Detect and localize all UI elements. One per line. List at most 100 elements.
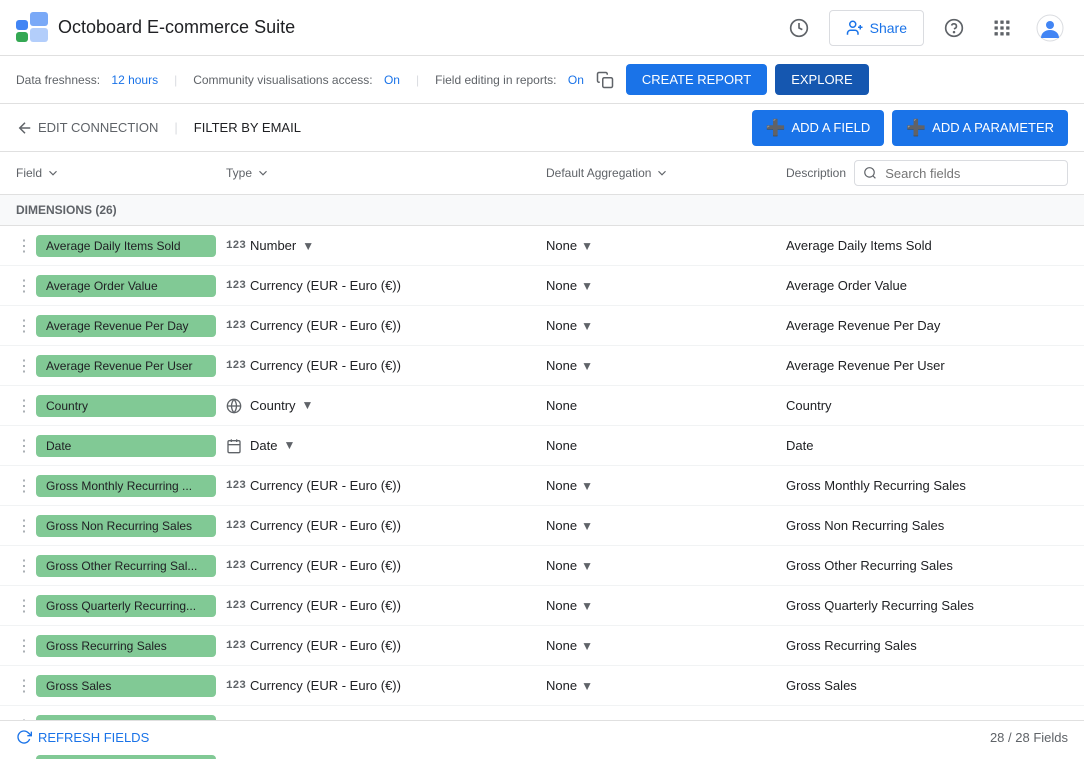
- explore-button[interactable]: EXPLORE: [775, 64, 868, 95]
- agg-cell: None: [546, 398, 786, 413]
- search-input[interactable]: [885, 166, 1059, 181]
- field-tag[interactable]: Gross Sales: [36, 675, 216, 697]
- agg-dropdown-arrow[interactable]: ▼: [581, 359, 593, 373]
- col-field-label: Field: [16, 166, 42, 180]
- agg-label: None: [546, 638, 577, 653]
- number-type-icon: 123: [226, 360, 244, 372]
- field-cell: ⋮ Date: [16, 435, 226, 457]
- agg-label: None: [546, 678, 577, 693]
- drag-handle[interactable]: ⋮: [16, 516, 32, 536]
- agg-dropdown-arrow[interactable]: ▼: [581, 679, 593, 693]
- type-cell: 123 Currency (EUR - Euro (€)): [226, 558, 546, 573]
- table-row: ⋮ Gross Quarterly Recurring... 123 Curre…: [0, 586, 1084, 626]
- agg-label: None: [546, 318, 577, 333]
- field-tag[interactable]: Gross Quarterly Recurring...: [36, 595, 216, 617]
- type-dropdown-arrow[interactable]: ▼: [283, 438, 295, 452]
- drag-handle[interactable]: ⋮: [16, 396, 32, 416]
- table-row: ⋮ Gross Monthly Recurring ... 123 Curren…: [0, 466, 1084, 506]
- field-tag[interactable]: Average Revenue Per User: [36, 355, 216, 377]
- type-dropdown-arrow[interactable]: ▼: [302, 239, 314, 253]
- col-type-label: Type: [226, 166, 252, 180]
- agg-dropdown-arrow[interactable]: ▼: [581, 479, 593, 493]
- refresh-button[interactable]: REFRESH FIELDS: [16, 729, 149, 745]
- drag-handle[interactable]: ⋮: [16, 596, 32, 616]
- divider1: |: [174, 73, 177, 87]
- field-tag[interactable]: Average Order Value: [36, 275, 216, 297]
- drag-handle[interactable]: ⋮: [16, 276, 32, 296]
- agg-dropdown-arrow[interactable]: ▼: [581, 319, 593, 333]
- col-agg-header[interactable]: Default Aggregation: [546, 166, 786, 180]
- drag-handle[interactable]: ⋮: [16, 676, 32, 696]
- add-parameter-button[interactable]: ➕ ADD A PARAMETER: [892, 110, 1068, 146]
- refresh-label: REFRESH FIELDS: [38, 730, 149, 745]
- agg-label: None: [546, 598, 577, 613]
- agg-label: None: [546, 558, 577, 573]
- agg-dropdown-arrow[interactable]: ▼: [581, 239, 593, 253]
- col-type-header[interactable]: Type: [226, 166, 546, 180]
- col-field-header[interactable]: Field: [16, 166, 226, 180]
- field-tag[interactable]: Date: [36, 435, 216, 457]
- drag-handle[interactable]: ⋮: [16, 756, 32, 759]
- data-table: ⋮ Average Daily Items Sold 123 Number ▼ …: [0, 226, 1084, 759]
- table-row: ⋮ Gross Sales 123 Currency (EUR - Euro (…: [0, 666, 1084, 706]
- apps-button[interactable]: [984, 10, 1020, 46]
- type-dropdown-arrow[interactable]: ▼: [302, 398, 314, 412]
- agg-dropdown-arrow[interactable]: ▼: [581, 639, 593, 653]
- sort-icon2: [256, 166, 270, 180]
- sort-icon3: [655, 166, 669, 180]
- history-button[interactable]: [781, 10, 817, 46]
- dimensions-header: DIMENSIONS (26): [0, 195, 1084, 226]
- nav-bar: EDIT CONNECTION | FILTER BY EMAIL ➕ ADD …: [0, 104, 1084, 152]
- app-title: Octoboard E-commerce Suite: [58, 17, 295, 38]
- field-cell: ⋮ Country: [16, 395, 226, 417]
- drag-handle[interactable]: ⋮: [16, 636, 32, 656]
- agg-cell: None ▼: [546, 238, 786, 253]
- table-row: ⋮ Gross Other Recurring Sal... 123 Curre…: [0, 546, 1084, 586]
- help-button[interactable]: [936, 10, 972, 46]
- share-button[interactable]: Share: [829, 10, 924, 46]
- agg-dropdown-arrow[interactable]: ▼: [581, 279, 593, 293]
- type-label: Country: [250, 398, 296, 413]
- dimensions-header-label: DIMENSIONS (26): [16, 203, 117, 217]
- agg-dropdown-arrow[interactable]: ▼: [581, 519, 593, 533]
- field-tag[interactable]: Gross Other Recurring Sal...: [36, 555, 216, 577]
- field-editing-value[interactable]: On: [568, 73, 584, 87]
- field-tag[interactable]: Gross Non Recurring Sales: [36, 515, 216, 537]
- desc-cell: Country: [786, 398, 1068, 413]
- field-tag[interactable]: Average Revenue Per Day: [36, 315, 216, 337]
- community-value[interactable]: On: [384, 73, 400, 87]
- type-cell: 123 Currency (EUR - Euro (€)): [226, 318, 546, 333]
- copy-icon[interactable]: [596, 71, 614, 89]
- agg-dropdown-arrow[interactable]: ▼: [581, 559, 593, 573]
- agg-dropdown-arrow[interactable]: ▼: [581, 599, 593, 613]
- agg-label: None: [546, 358, 577, 373]
- field-cell: ⋮ Gross Other Recurring Sal...: [16, 555, 226, 577]
- field-tag[interactable]: Items Count: [36, 755, 216, 759]
- drag-handle[interactable]: ⋮: [16, 356, 32, 376]
- drag-handle[interactable]: ⋮: [16, 476, 32, 496]
- field-cell: ⋮ Average Revenue Per Day: [16, 315, 226, 337]
- calendar-type-icon: [226, 437, 244, 454]
- drag-handle[interactable]: ⋮: [16, 556, 32, 576]
- back-arrow-icon: [16, 119, 34, 137]
- number-type-icon: 123: [226, 480, 244, 492]
- field-tag[interactable]: Average Daily Items Sold: [36, 235, 216, 257]
- drag-handle[interactable]: ⋮: [16, 236, 32, 256]
- agg-label: None: [546, 398, 577, 413]
- type-cell: 123 Number ▼: [226, 238, 546, 253]
- create-report-button[interactable]: CREATE REPORT: [626, 64, 767, 95]
- account-button[interactable]: [1032, 10, 1068, 46]
- type-cell: 123 Currency (EUR - Euro (€)): [226, 478, 546, 493]
- field-tag[interactable]: Gross Monthly Recurring ...: [36, 475, 216, 497]
- top-actions: Share: [781, 10, 1068, 46]
- back-button[interactable]: EDIT CONNECTION: [16, 119, 158, 137]
- drag-handle[interactable]: ⋮: [16, 436, 32, 456]
- data-freshness-value[interactable]: 12 hours: [111, 73, 158, 87]
- filter-by-email-label[interactable]: FILTER BY EMAIL: [194, 120, 301, 135]
- add-field-button[interactable]: ➕ ADD A FIELD: [752, 110, 885, 146]
- field-tag[interactable]: Country: [36, 395, 216, 417]
- number-type-icon: 123: [226, 320, 244, 332]
- field-editing: Field editing in reports: On: [435, 73, 584, 87]
- field-tag[interactable]: Gross Recurring Sales: [36, 635, 216, 657]
- drag-handle[interactable]: ⋮: [16, 316, 32, 336]
